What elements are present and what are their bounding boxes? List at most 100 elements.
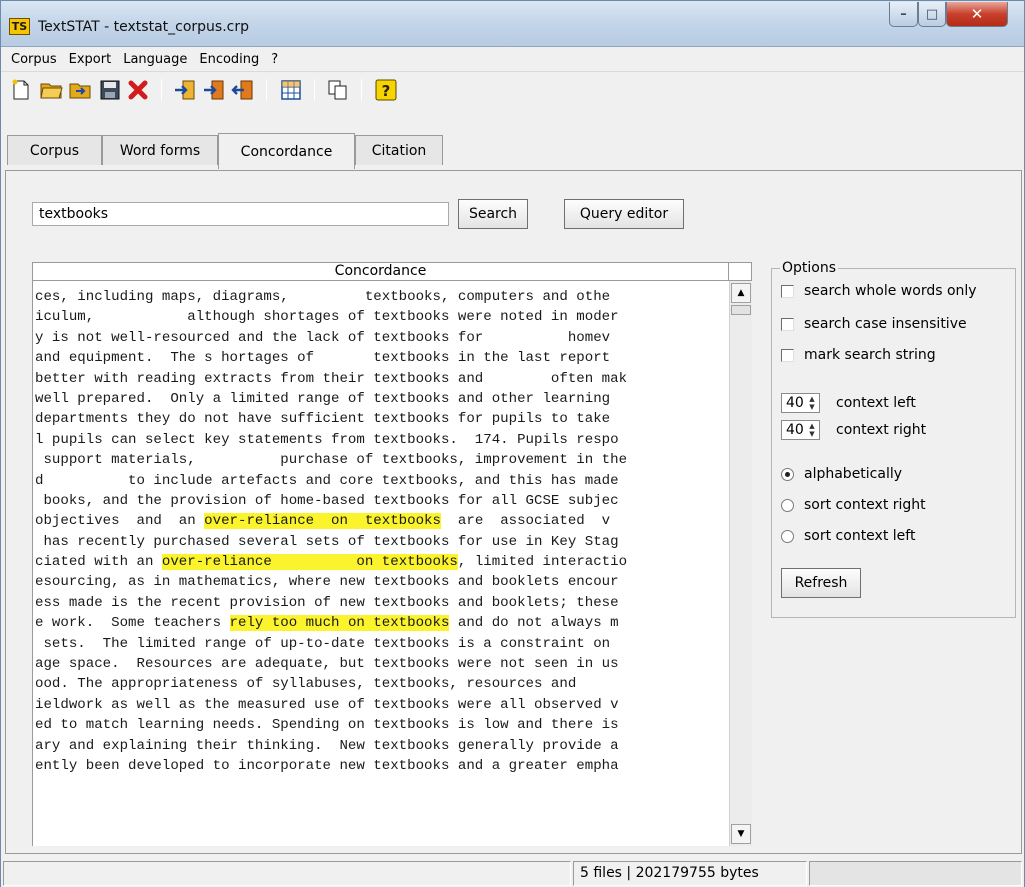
concordance-line[interactable]: ciated with an over-reliance on textbook… <box>35 552 627 572</box>
help-icon[interactable]: ? <box>374 78 398 102</box>
concordance-line[interactable]: ary and explaining their thinking. New t… <box>35 736 627 756</box>
line-text: has recently purchased several sets of t… <box>35 533 619 550</box>
line-text: are associated v <box>440 513 611 530</box>
concordance-line[interactable]: ces, including maps, diagrams, textbooks… <box>35 287 627 307</box>
line-text: , limited interactio <box>457 554 628 571</box>
tab-concordance[interactable]: Concordance <box>218 133 355 169</box>
add-file-icon[interactable] <box>173 78 197 102</box>
line-text: ciated with an <box>35 554 162 571</box>
line-text: and equipment. The s hortages of textboo… <box>35 350 611 367</box>
concordance-line[interactable]: esourcing, as in mathematics, where new … <box>35 572 627 592</box>
concordance-line[interactable]: objectives and an over-reliance on textb… <box>35 511 627 531</box>
refresh-button[interactable]: Refresh <box>781 568 861 598</box>
search-button[interactable]: Search <box>458 199 528 229</box>
close-button[interactable]: ✕ <box>946 2 1008 27</box>
open-folder-icon[interactable] <box>69 78 93 102</box>
menu-export[interactable]: Export <box>63 52 118 67</box>
concordance-header[interactable]: Concordance <box>32 262 729 281</box>
concordance-line[interactable]: support materials, purchase of textbooks… <box>35 450 627 470</box>
concordance-line[interactable]: l pupils can select key statements from … <box>35 430 627 450</box>
concordance-line[interactable]: age space. Resources are adequate, but t… <box>35 654 627 674</box>
checkbox-case-insensitive[interactable] <box>781 317 794 331</box>
concordance-list[interactable]: ces, including maps, diagrams, textbooks… <box>32 281 729 846</box>
table-icon[interactable] <box>279 78 303 102</box>
menu-help[interactable]: ? <box>265 52 284 67</box>
concordance-line[interactable]: books, and the provision of home-based t… <box>35 491 627 511</box>
search-input[interactable]: textbooks <box>32 202 449 226</box>
line-text: ood. The appropriateness of syllabuses, … <box>35 676 577 693</box>
tab-word-forms[interactable]: Word forms <box>102 135 218 165</box>
title-bar[interactable]: TS TextSTAT - textstat_corpus.crp – □ ✕ <box>1 1 1024 47</box>
checkbox-whole-words[interactable] <box>781 284 794 298</box>
textstat-logo-icon: TS <box>9 18 30 35</box>
concordance-line[interactable]: and equipment. The s hortages of textboo… <box>35 348 627 368</box>
scroll-down-arrow-icon[interactable]: ▼ <box>731 824 751 844</box>
menu-encoding[interactable]: Encoding <box>193 52 265 67</box>
option-mark-search[interactable]: mark search string <box>781 347 936 363</box>
option-whole-words[interactable]: search whole words only <box>781 283 977 299</box>
line-text: objectives and an <box>35 513 205 530</box>
status-text: 5 files | 202179755 bytes <box>573 861 807 886</box>
radio-context-right[interactable] <box>781 498 794 512</box>
scroll-up-arrow-icon[interactable]: ▲ <box>731 283 751 303</box>
add-folder-icon[interactable] <box>202 78 226 102</box>
checkbox-label: mark search string <box>804 347 936 363</box>
concordance-line[interactable]: iculum, although shortages of textbooks … <box>35 307 627 327</box>
radio-label: sort context right <box>804 497 926 513</box>
tab-corpus[interactable]: Corpus <box>7 135 102 165</box>
concordance-line[interactable]: ed to match learning needs. Spending on … <box>35 715 627 735</box>
concordance-line[interactable]: y is not well-resourced and the lack of … <box>35 328 627 348</box>
status-panel-right <box>809 861 1022 886</box>
new-corpus-icon[interactable] <box>9 78 33 102</box>
line-text: l pupils can select key statements from … <box>35 431 619 448</box>
open-corpus-icon[interactable] <box>40 78 64 102</box>
line-text: iculum, although shortages of textbooks … <box>35 309 619 326</box>
tab-citation[interactable]: Citation <box>355 135 443 165</box>
concordance-line[interactable]: well prepared. Only a limited range of t… <box>35 389 627 409</box>
option-case-insensitive[interactable]: search case insensitive <box>781 316 967 332</box>
line-text: y is not well-resourced and the lack of … <box>35 329 611 346</box>
line-text: departments they do not have sufficient … <box>35 411 611 428</box>
concordance-line[interactable]: departments they do not have sufficient … <box>35 409 627 429</box>
menu-corpus[interactable]: Corpus <box>5 52 63 67</box>
concordance-line[interactable]: ess made is the recent provision of new … <box>35 593 627 613</box>
concordance-scrollbar[interactable]: ▲ ▼ <box>729 281 752 846</box>
concordance-line[interactable]: ently been developed to incorporate new … <box>35 756 627 776</box>
concordance-line[interactable]: e work. Some teachers rely too much on t… <box>35 613 627 633</box>
checkbox-mark-search[interactable] <box>781 348 794 362</box>
minimize-button[interactable]: – <box>889 2 918 27</box>
concordance-line[interactable]: better with reading extracts from their … <box>35 369 627 389</box>
line-text: sets. The limited range of up-to-date te… <box>35 635 611 652</box>
maximize-button[interactable]: □ <box>918 2 946 27</box>
sort-context-right[interactable]: sort context right <box>781 497 926 513</box>
delete-icon[interactable] <box>126 78 150 102</box>
concordance-line[interactable]: d to include artefacts and core textbook… <box>35 471 627 491</box>
radio-label: sort context left <box>804 528 916 544</box>
concordance-line[interactable]: ood. The appropriateness of syllabuses, … <box>35 674 627 694</box>
concordance-line[interactable]: sets. The limited range of up-to-date te… <box>35 634 627 654</box>
context-left-spinner[interactable]: 40 ▲ ▼ <box>781 393 820 413</box>
radio-context-left[interactable] <box>781 529 794 543</box>
spinner-arrows-icon[interactable]: ▲ ▼ <box>806 422 818 438</box>
sort-context-left[interactable]: sort context left <box>781 528 915 544</box>
query-editor-button[interactable]: Query editor <box>564 199 684 229</box>
sort-alphabetically[interactable]: alphabetically <box>781 466 902 482</box>
line-text: ieldwork as well as the measured use of … <box>35 696 619 713</box>
spinner-arrows-icon[interactable]: ▲ ▼ <box>806 395 818 411</box>
header-corner <box>728 262 752 281</box>
save-icon[interactable] <box>98 78 122 102</box>
radio-alphabetically[interactable] <box>781 467 794 481</box>
concordance-line[interactable]: has recently purchased several sets of t… <box>35 532 627 552</box>
line-text: well prepared. Only a limited range of t… <box>35 390 611 407</box>
copy-icon[interactable] <box>326 78 350 102</box>
concordance-line[interactable]: ieldwork as well as the measured use of … <box>35 695 627 715</box>
scroll-thumb[interactable] <box>731 305 751 315</box>
toolbar: ? <box>1 71 1024 105</box>
menu-language[interactable]: Language <box>117 52 193 67</box>
context-right-spinner[interactable]: 40 ▲ ▼ <box>781 420 820 440</box>
checkbox-label: search whole words only <box>804 283 977 299</box>
line-text: ces, including maps, diagrams, textbooks… <box>35 289 611 305</box>
line-text: better with reading extracts from their … <box>35 370 628 387</box>
line-text: e work. Some teachers <box>35 615 230 632</box>
remove-file-icon[interactable] <box>231 78 255 102</box>
